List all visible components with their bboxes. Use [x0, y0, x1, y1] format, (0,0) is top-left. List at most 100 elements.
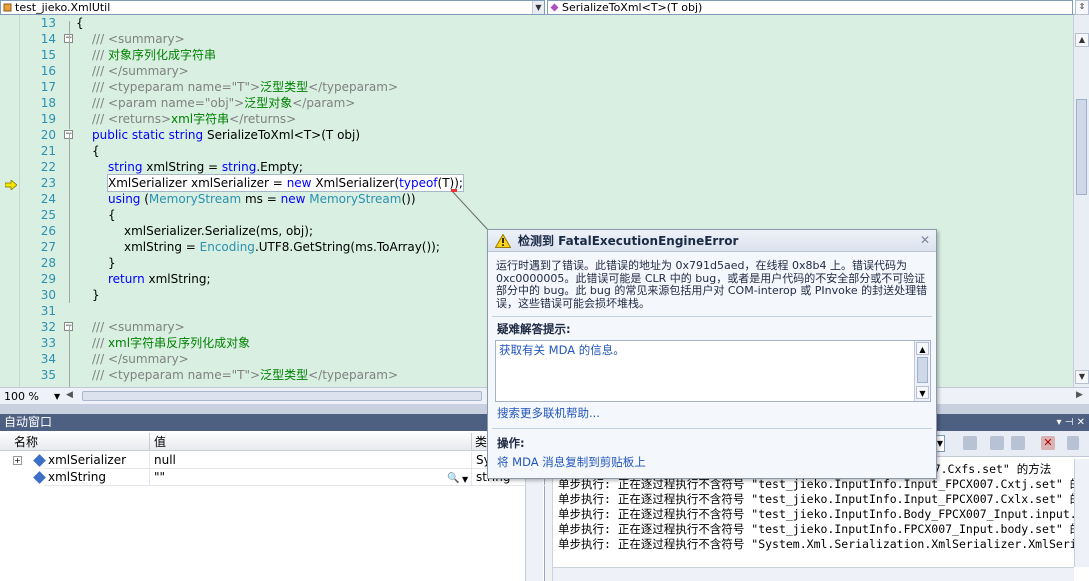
- line-number: 22: [40, 160, 56, 174]
- code-line[interactable]: /// <typeparam name="T">泛型类型</typeparam>: [92, 79, 398, 95]
- fold-guide: [69, 325, 70, 387]
- troubleshooting-heading: 疑难解答提示:: [497, 322, 571, 336]
- output-line: 单步执行: 正在逐过程执行不含符号 "test_jieko.InputInfo.…: [558, 477, 1089, 491]
- close-icon[interactable]: ✕: [919, 234, 931, 246]
- variable-value[interactable]: "": [150, 469, 472, 486]
- code-token: Encoding: [199, 240, 255, 254]
- code-token: return: [108, 272, 149, 286]
- navigation-bar: test_jieko.XmlUtil ▼ SerializeToXml<T>(T…: [0, 0, 1089, 15]
- split-window-icon[interactable]: ⇕: [1075, 0, 1089, 15]
- code-line[interactable]: /// </summary>: [92, 63, 189, 79]
- code-token: new: [286, 176, 316, 190]
- code-line[interactable]: xmlSerializer.Serialize(ms, obj);: [124, 223, 313, 239]
- code-token: xmlString =: [146, 160, 222, 174]
- code-line[interactable]: /// <returns>xml字符串</returns>: [92, 111, 296, 127]
- column-header-type-label: 类: [475, 435, 488, 449]
- code-line[interactable]: {: [76, 15, 84, 31]
- vertical-scrollbar[interactable]: ▲ ▼: [1073, 15, 1089, 387]
- table-row[interactable]: + xmlSerializer null Sy: [0, 452, 545, 469]
- code-line[interactable]: /// </summary>: [92, 351, 189, 367]
- scroll-thumb[interactable]: [917, 357, 928, 383]
- code-token: ///: [92, 336, 108, 350]
- chevron-down-icon[interactable]: ▼: [532, 1, 544, 14]
- code-token: MemoryStream: [309, 192, 402, 206]
- code-token: MemoryStream: [148, 192, 242, 206]
- chevron-down-icon[interactable]: ▼: [54, 389, 60, 404]
- current-code-line[interactable]: XmlSerializer xmlSerializer = new XmlSer…: [107, 174, 464, 192]
- find-message-icon[interactable]: [963, 436, 977, 450]
- horizontal-scroll-thumb[interactable]: [82, 391, 482, 401]
- code-line[interactable]: /// <summary>: [92, 319, 185, 335]
- code-line[interactable]: /// 对象序列化成字符串: [92, 47, 216, 63]
- previous-message-icon[interactable]: [990, 436, 1004, 450]
- divider: [492, 428, 932, 429]
- line-number: 20: [40, 128, 56, 142]
- popup-title: 检测到 FatalExecutionEngineError: [518, 234, 739, 248]
- code-token: typeof: [399, 176, 438, 190]
- code-line[interactable]: /// xml字符串反序列化成对象: [92, 335, 250, 351]
- code-token: /// </summary>: [92, 352, 189, 366]
- search-online-help-link[interactable]: 搜索更多联机帮助...: [497, 405, 600, 421]
- variable-value[interactable]: null: [150, 452, 472, 469]
- code-line[interactable]: {: [92, 143, 100, 159]
- chevron-down-icon[interactable]: ▼: [462, 471, 468, 488]
- scroll-left-icon[interactable]: ◀: [66, 390, 73, 400]
- scroll-thumb[interactable]: [1076, 99, 1087, 195]
- zoom-combo[interactable]: 100 % ▼: [4, 389, 60, 404]
- code-token: XmlSerializer xmlSerializer =: [108, 176, 287, 190]
- line-number: 14: [40, 32, 56, 46]
- scroll-right-icon[interactable]: ▶: [1076, 390, 1083, 400]
- tips-scrollbar[interactable]: ▲ ▼: [914, 341, 930, 401]
- column-header-value[interactable]: 值: [150, 433, 472, 451]
- line-number: 35: [40, 368, 56, 382]
- code-token: 泛型类型: [260, 80, 309, 94]
- autos-title-text: 自动窗口: [4, 415, 53, 429]
- code-line[interactable]: string xmlString = string.Empty;: [108, 159, 303, 175]
- scroll-up-icon[interactable]: ▲: [916, 342, 929, 355]
- word-wrap-icon[interactable]: [1067, 436, 1079, 450]
- window-controls-icon[interactable]: ▾ ⊣ ✕: [1057, 414, 1085, 431]
- code-token: </typeparam>: [308, 80, 398, 94]
- table-row[interactable]: xmlString "" 🔍 ▼ string: [0, 469, 545, 486]
- scroll-down-icon[interactable]: ▼: [916, 386, 929, 399]
- output-vertical-scrollbar[interactable]: [1074, 459, 1089, 567]
- troubleshooting-tips-box: 获取有关 MDA 的信息。 ▲ ▼: [495, 340, 931, 402]
- code-line[interactable]: }: [108, 255, 116, 271]
- scroll-down-icon[interactable]: ▼: [1075, 370, 1089, 384]
- line-number-gutter: 13 14 15 16 17 18 19 20 21 22 23 24 25 26 27 28 29 30 31 32…: [20, 15, 73, 387]
- line-number: 25: [40, 208, 56, 222]
- code-token: (T));: [437, 176, 463, 190]
- copy-to-clipboard-link[interactable]: 将 MDA 消息复制到剪贴板上: [497, 454, 646, 470]
- line-number: 30: [40, 288, 56, 302]
- autos-window: 自动窗口 名称 值 类 + xmlSerializer null Sy xmlS…: [0, 414, 545, 581]
- code-line[interactable]: /// <param name="obj">泛型对象</param>: [92, 95, 355, 111]
- code-line[interactable]: /// <summary>: [92, 31, 185, 47]
- code-token: 对象序列化成字符串: [107, 48, 216, 62]
- code-line[interactable]: public static string SerializeToXml<T>(T…: [92, 127, 360, 143]
- clear-all-icon[interactable]: ✕: [1041, 436, 1055, 450]
- code-token: 泛型类型: [260, 368, 309, 382]
- output-horizontal-scrollbar[interactable]: [553, 567, 1074, 581]
- code-token: /// <typeparam name="T">: [92, 80, 261, 94]
- mda-info-link[interactable]: 获取有关 MDA 的信息。: [499, 342, 625, 358]
- code-line[interactable]: /// <typeparam name="T">泛型类型</typeparam>: [92, 367, 398, 383]
- member-combo[interactable]: SerializeToXml<T>(T obj): [547, 0, 1073, 15]
- code-line[interactable]: return xmlString;: [108, 271, 211, 287]
- code-line[interactable]: }: [92, 287, 100, 303]
- code-token: ()): [401, 192, 416, 206]
- expand-icon[interactable]: +: [13, 456, 22, 465]
- code-line[interactable]: xmlString = Encoding.UTF8.GetString(ms.T…: [124, 239, 440, 255]
- line-number: 28: [40, 256, 56, 270]
- fold-guide: [69, 21, 70, 129]
- code-token: .Empty;: [256, 160, 303, 174]
- column-header-value-label: 值: [154, 435, 167, 449]
- column-header-name[interactable]: 名称: [0, 433, 150, 451]
- code-line[interactable]: using (MemoryStream ms = new MemoryStrea…: [108, 191, 416, 207]
- code-line[interactable]: {: [108, 207, 116, 223]
- line-number: 23: [40, 176, 56, 190]
- next-message-icon[interactable]: [1011, 436, 1025, 450]
- indicator-margin[interactable]: [0, 15, 20, 387]
- type-combo[interactable]: test_jieko.XmlUtil ▼: [0, 0, 545, 15]
- scroll-up-icon[interactable]: ▲: [1075, 33, 1089, 47]
- magnifier-icon[interactable]: 🔍: [447, 470, 459, 487]
